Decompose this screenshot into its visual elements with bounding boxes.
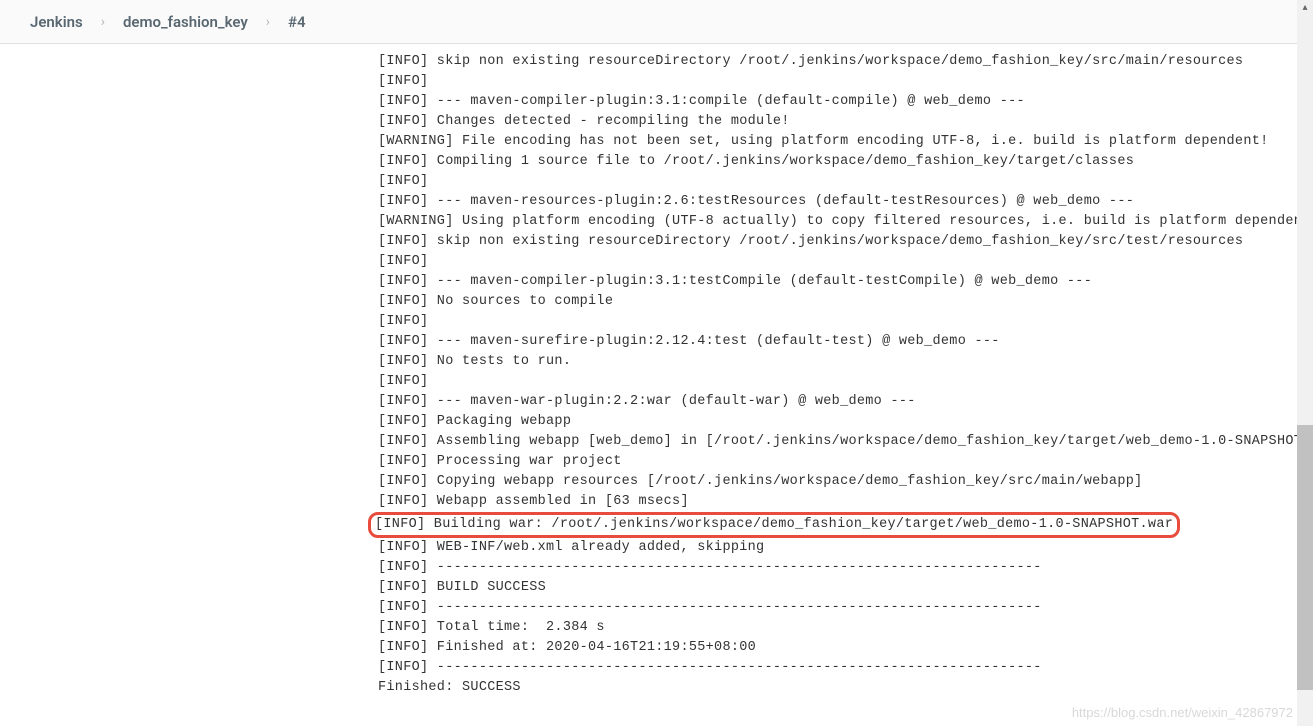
console-line: [INFO] [378, 252, 1313, 272]
console-line: [INFO] --- maven-compiler-plugin:3.1:com… [378, 92, 1313, 112]
console-line: [INFO] Assembling webapp [web_demo] in [… [378, 432, 1313, 452]
console-line: [INFO] [378, 72, 1313, 92]
scroll-up-icon[interactable]: ▴ [1299, 2, 1311, 14]
breadcrumb-build[interactable]: #4 [288, 13, 306, 31]
console-line: [INFO] skip non existing resourceDirecto… [378, 232, 1313, 252]
watermark-text: https://blog.csdn.net/weixin_42867972 [1072, 705, 1293, 720]
console-line: [INFO] No sources to compile [378, 292, 1313, 312]
console-line: Finished: SUCCESS [378, 678, 1313, 698]
breadcrumb-job[interactable]: demo_fashion_key [123, 13, 248, 31]
console-line: [INFO] Building war: /root/.jenkins/work… [378, 512, 1313, 538]
console-line: [INFO] BUILD SUCCESS [378, 578, 1313, 598]
console-line: [INFO] --- maven-resources-plugin:2.6:te… [378, 192, 1313, 212]
console-line: [INFO] Packaging webapp [378, 412, 1313, 432]
console-line: [INFO] Total time: 2.384 s [378, 618, 1313, 638]
chevron-right-icon: › [266, 14, 270, 30]
highlighted-console-line: [INFO] Building war: /root/.jenkins/work… [368, 512, 1180, 538]
console-line: [INFO] skip non existing resourceDirecto… [378, 52, 1313, 72]
console-line: [INFO] [378, 172, 1313, 192]
console-line: [WARNING] Using platform encoding (UTF-8… [378, 212, 1313, 232]
console-line: [INFO] Webapp assembled in [63 msecs] [378, 492, 1313, 512]
console-line: [INFO] [378, 312, 1313, 332]
console-line: [INFO] Finished at: 2020-04-16T21:19:55+… [378, 638, 1313, 658]
console-line: [INFO] --- maven-compiler-plugin:3.1:tes… [378, 272, 1313, 292]
console-line: [INFO] Compiling 1 source file to /root/… [378, 152, 1313, 172]
chevron-right-icon: › [101, 14, 105, 30]
console-line: [INFO] --- maven-war-plugin:2.2:war (def… [378, 392, 1313, 412]
console-line: [WARNING] File encoding has not been set… [378, 132, 1313, 152]
console-line: [INFO] ---------------------------------… [378, 558, 1313, 578]
console-line: [INFO] --- maven-surefire-plugin:2.12.4:… [378, 332, 1313, 352]
console-line: [INFO] No tests to run. [378, 352, 1313, 372]
breadcrumb-jenkins[interactable]: Jenkins [30, 13, 83, 31]
console-line: [INFO] ---------------------------------… [378, 598, 1313, 618]
scrollbar-thumb[interactable] [1297, 425, 1313, 690]
breadcrumb: Jenkins › demo_fashion_key › #4 [0, 0, 1313, 44]
console-line: [INFO] Changes detected - recompiling th… [378, 112, 1313, 132]
console-line: [INFO] Processing war project [378, 452, 1313, 472]
console-line: [INFO] WEB-INF/web.xml already added, sk… [378, 538, 1313, 558]
console-line: [INFO] [378, 372, 1313, 392]
scrollbar-track[interactable]: ▴ [1297, 0, 1313, 726]
console-line: [INFO] Copying webapp resources [/root/.… [378, 472, 1313, 492]
console-output: [INFO] skip non existing resourceDirecto… [0, 44, 1313, 698]
console-line: [INFO] ---------------------------------… [378, 658, 1313, 678]
